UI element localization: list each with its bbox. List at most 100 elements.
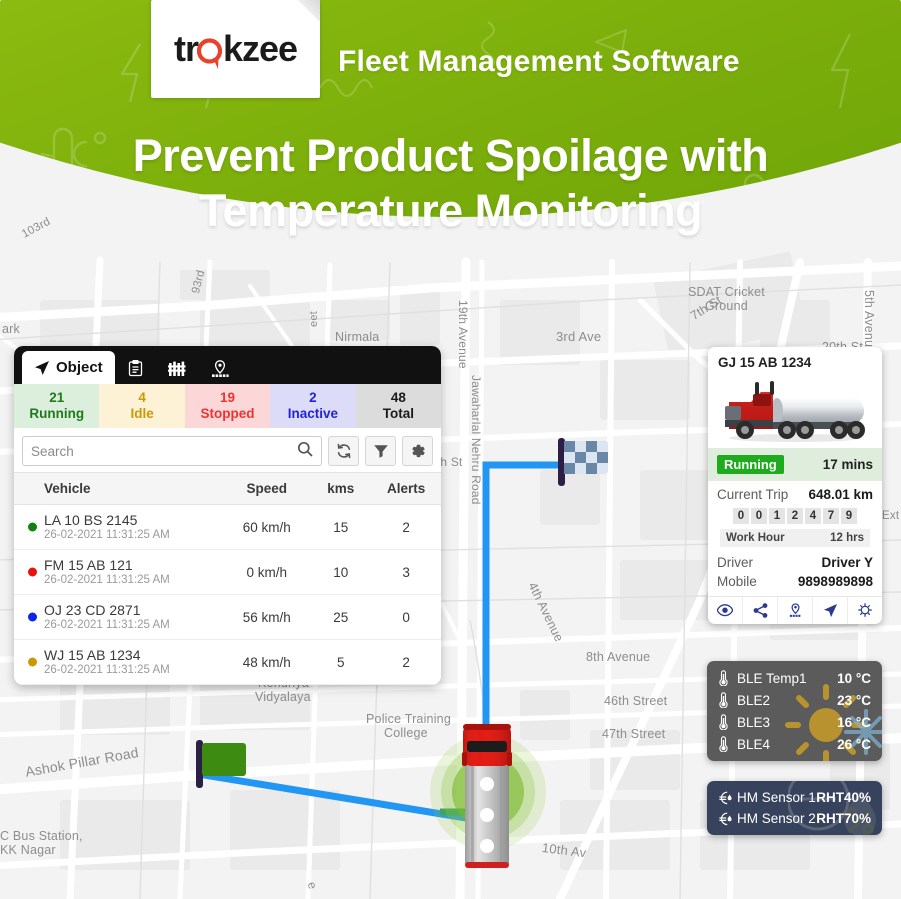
sensor-row: BLE3 16 °C bbox=[707, 711, 882, 733]
thermometer-icon bbox=[718, 670, 735, 686]
cell-kms: 15 bbox=[310, 504, 372, 550]
search-box[interactable] bbox=[22, 436, 322, 466]
refresh-button[interactable] bbox=[328, 436, 359, 466]
status-dot bbox=[28, 522, 37, 532]
vehicle-timestamp: 26-02-2021 11:31:25 AM bbox=[44, 529, 170, 541]
sensor-row: HM Sensor 2 RHT70% bbox=[707, 808, 882, 829]
search-icon[interactable] bbox=[297, 441, 313, 462]
search-toolbar-row bbox=[14, 428, 441, 472]
tanker-truck-image bbox=[725, 381, 865, 442]
cell-alerts: 2 bbox=[371, 504, 441, 550]
status-label: Inactive bbox=[287, 406, 339, 421]
status-cell-running[interactable]: 21 Running bbox=[14, 384, 100, 428]
humidity-icon bbox=[719, 791, 732, 804]
col-kms: kms bbox=[310, 472, 372, 505]
table-row[interactable]: LA 10 BS 2145 26-02-2021 11:31:25 AM 60 km… bbox=[14, 504, 441, 550]
thermometer-icon bbox=[718, 736, 735, 752]
status-count: 19 bbox=[220, 390, 236, 405]
page-fold-corner bbox=[298, 0, 320, 22]
table-row[interactable]: FM 15 AB 121 26-02-2021 11:31:25 AM 0 km/h… bbox=[14, 549, 441, 595]
status-label: Running bbox=[29, 406, 85, 421]
tab-object-label: Object bbox=[56, 359, 103, 376]
ble-rows: BLE Temp1 10 °C BLE2 23 °C BLE3 16 °C BLE4 26 °… bbox=[707, 667, 882, 755]
vehicle-status-row: Running 17 mins bbox=[708, 448, 882, 481]
cell-vehicle: OJ 23 CD 2871 26-02-2021 11:31:25 AM bbox=[14, 594, 224, 640]
poi-group-button[interactable] bbox=[778, 597, 813, 624]
header-bottom-curve bbox=[0, 240, 901, 300]
vehicle-timestamp: 26-02-2021 11:31:25 AM bbox=[44, 619, 170, 631]
sensor-value: RHT70% bbox=[816, 811, 871, 826]
sensor-value: 16 °C bbox=[837, 714, 871, 730]
start-flag-icon[interactable] bbox=[196, 740, 252, 788]
tab-reports[interactable] bbox=[115, 353, 156, 384]
cell-speed: 0 km/h bbox=[223, 549, 311, 595]
cell-speed: 60 km/h bbox=[223, 504, 311, 550]
status-dot bbox=[28, 657, 37, 667]
sensor-value: 23 °C bbox=[837, 692, 871, 708]
tab-object[interactable]: Object bbox=[22, 351, 115, 384]
geofence-icon bbox=[167, 360, 187, 377]
eye-button[interactable] bbox=[708, 597, 743, 624]
status-count: 21 bbox=[49, 390, 65, 405]
report-clipboard-icon bbox=[127, 360, 144, 377]
thermometer-icon bbox=[719, 692, 728, 708]
sensor-label: BLE2 bbox=[737, 692, 771, 708]
table-row[interactable]: OJ 23 CD 2871 26-02-2021 11:31:25 AM 56 km… bbox=[14, 594, 441, 640]
header-headline: Prevent Product Spoilage with Temperatur… bbox=[0, 128, 901, 238]
sensor-label: BLE3 bbox=[737, 714, 771, 730]
status-count: 4 bbox=[138, 390, 146, 405]
cell-kms: 25 bbox=[310, 594, 372, 640]
cell-vehicle: WJ 15 AB 1234 26-02-2021 11:31:25 AM bbox=[14, 639, 224, 685]
share-button[interactable] bbox=[743, 597, 778, 624]
humidity-icon bbox=[719, 812, 732, 825]
sensor-label: BLE4 bbox=[737, 736, 771, 752]
col-alerts: Alerts bbox=[371, 472, 441, 505]
driver-label: Driver bbox=[717, 555, 753, 570]
app-canvas: ark 103rd 93rd Nirmala eet 19th Avenue Jawahar… bbox=[0, 0, 901, 899]
table-row[interactable]: WJ 15 AB 1234 26-02-2021 11:31:25 AM 48 km… bbox=[14, 639, 441, 685]
logo-a-bubble-svg bbox=[196, 38, 223, 69]
vehicle-name: OJ 23 CD 2871 bbox=[44, 602, 141, 618]
cell-kms: 10 bbox=[310, 549, 372, 595]
object-list-panel: Object 21 Running 4 Idle 19 Stopped 2 In… bbox=[14, 346, 441, 685]
col-speed: Speed bbox=[223, 472, 311, 505]
status-duration: 17 mins bbox=[822, 457, 873, 472]
sensor-label: HM Sensor 1 bbox=[737, 790, 816, 805]
logo-text-part2: kzee bbox=[222, 28, 298, 69]
vehicle-table: Vehicle Speed kms Alerts LA 10 BS 2145 26… bbox=[14, 472, 441, 685]
status-label: Idle bbox=[130, 406, 154, 421]
search-input[interactable] bbox=[31, 443, 297, 459]
driver-row: Driver Driver Y bbox=[708, 553, 882, 572]
sensor-row: BLE2 23 °C bbox=[707, 689, 882, 711]
status-dot bbox=[28, 612, 37, 622]
tab-poi-group[interactable] bbox=[199, 353, 241, 384]
thermometer-icon bbox=[719, 670, 728, 686]
vehicle-name: LA 10 BS 2145 bbox=[44, 512, 138, 528]
current-trip-row: Current Trip 648.01 km bbox=[708, 481, 882, 508]
vehicle-marker[interactable] bbox=[418, 700, 568, 875]
end-flag-icon[interactable] bbox=[558, 438, 614, 486]
status-label: Stopped bbox=[200, 406, 255, 421]
navigate-button[interactable] bbox=[813, 597, 848, 624]
table-header-row: Vehicle Speed kms Alerts bbox=[14, 472, 441, 505]
sensor-value: 10 °C bbox=[837, 670, 871, 686]
status-cell-stopped[interactable]: 19 Stopped bbox=[184, 384, 271, 428]
status-cell-inactive[interactable]: 2 Inactive bbox=[270, 384, 356, 428]
gear-button[interactable] bbox=[402, 436, 433, 466]
cell-alerts: 0 bbox=[371, 594, 441, 640]
filter-button[interactable] bbox=[365, 436, 396, 466]
vehicle-photo bbox=[708, 374, 882, 448]
cell-speed: 56 km/h bbox=[223, 594, 311, 640]
humidity-sensor-panel: HM Sensor 1 RHT40% HM Sensor 2 RHT70% bbox=[707, 781, 882, 835]
status-badge: Running bbox=[717, 455, 784, 474]
vehicle-action-bar bbox=[708, 596, 882, 624]
tab-geofence[interactable] bbox=[156, 353, 199, 384]
status-cell-total[interactable]: 48 Total bbox=[355, 384, 441, 428]
history-route-button[interactable] bbox=[848, 597, 882, 624]
hm-rows: HM Sensor 1 RHT40% HM Sensor 2 RHT70% bbox=[707, 787, 882, 829]
status-cell-idle[interactable]: 4 Idle bbox=[99, 384, 185, 428]
odometer-digit: 0 bbox=[751, 508, 767, 524]
sensor-label: BLE Temp1 bbox=[737, 670, 807, 686]
status-label: Total bbox=[382, 406, 414, 421]
cell-speed: 48 km/h bbox=[223, 639, 311, 685]
